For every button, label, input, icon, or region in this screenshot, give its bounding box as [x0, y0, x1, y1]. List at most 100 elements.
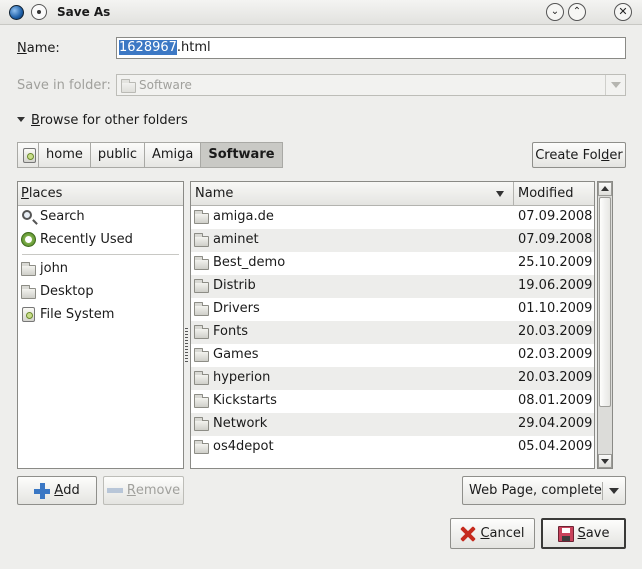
save-button[interactable]: Save: [541, 518, 626, 549]
folder-icon: [194, 325, 209, 339]
file-name-cell: Network: [191, 413, 514, 436]
place-desktop[interactable]: Desktop: [18, 281, 183, 304]
place-john[interactable]: john: [18, 258, 183, 281]
save-icon: [557, 525, 574, 542]
save-in-folder-label: Save in folder:: [17, 78, 111, 93]
place-search[interactable]: Search: [18, 206, 183, 229]
path-root-button[interactable]: [17, 142, 39, 168]
combo-arrow-icon: [605, 75, 625, 95]
folder-icon: [194, 302, 209, 316]
file-name-cell: hyperion: [191, 367, 514, 390]
file-list: Name Modified amiga.de 07.09.2008 aminet 07…: [190, 181, 595, 469]
save-in-folder-value: Software: [139, 78, 192, 92]
pane-splitter-handle[interactable]: [185, 328, 188, 362]
file-name-cell: aminet: [191, 229, 514, 252]
place-file-system[interactable]: File System: [18, 304, 183, 327]
save-in-folder-combo: Software: [116, 74, 626, 96]
column-name-header[interactable]: Name: [191, 182, 514, 205]
browse-expander[interactable]: Browse for other folders: [17, 113, 188, 128]
file-name-cell: os4depot: [191, 436, 514, 459]
file-modified-cell: 20.03.2009: [518, 370, 593, 385]
maximize-button[interactable]: ⌃: [568, 3, 586, 21]
folder-icon: [21, 285, 36, 299]
minimize-button[interactable]: ⌄: [546, 3, 564, 21]
name-label: Name:: [17, 41, 60, 56]
folder-icon: [194, 233, 209, 247]
remove-bookmark-button[interactable]: Remove: [103, 476, 184, 505]
file-modified-cell: 01.10.2009: [518, 301, 593, 316]
place-recently-used[interactable]: Recently Used: [18, 229, 183, 252]
file-modified-cell: 02.03.2009: [518, 347, 593, 362]
close-button[interactable]: ✕: [614, 3, 632, 21]
scroll-thumb[interactable]: [599, 197, 611, 407]
filename-selection: 1628967: [119, 40, 177, 55]
file-row[interactable]: Network 29.04.2009: [191, 413, 594, 436]
add-icon: [34, 482, 51, 499]
file-modified-cell: 08.01.2009: [518, 393, 593, 408]
create-folder-button[interactable]: Create Fol d er: [532, 142, 626, 168]
cancel-button[interactable]: Cancel: [450, 518, 535, 549]
path-bar: home public Amiga Software: [17, 142, 283, 168]
window-title: Save As: [57, 5, 111, 19]
file-modified-cell: 07.09.2008: [518, 209, 593, 224]
places-pane: Places Search Recently Used john Desktop…: [17, 181, 184, 469]
globe-icon[interactable]: [9, 5, 24, 20]
file-row[interactable]: Games 02.03.2009: [191, 344, 594, 367]
places-header[interactable]: Places: [18, 182, 183, 206]
expander-arrow-icon: [17, 117, 25, 122]
window-menu-icon[interactable]: [31, 4, 47, 20]
file-row[interactable]: hyperion 20.03.2009: [191, 367, 594, 390]
folder-icon: [194, 417, 209, 431]
folder-icon: [194, 371, 209, 385]
filename-extension: .html: [176, 40, 211, 55]
remove-icon: [106, 488, 123, 493]
arrow-up-icon: [601, 186, 609, 191]
file-name-cell: Best_demo: [191, 252, 514, 275]
path-segment-public[interactable]: public: [89, 142, 145, 168]
filename-input[interactable]: 1628967.html: [116, 37, 626, 59]
path-segment-software[interactable]: Software: [200, 142, 283, 168]
arrow-down-icon: [601, 459, 609, 464]
file-row[interactable]: Kickstarts 08.01.2009: [191, 390, 594, 413]
file-name-cell: Distrib: [191, 275, 514, 298]
sort-descending-icon: [496, 191, 504, 197]
drive-icon: [23, 148, 36, 163]
cancel-icon: [460, 526, 476, 542]
folder-icon: [194, 256, 209, 270]
file-modified-cell: 25.10.2009: [518, 255, 593, 270]
add-bookmark-button[interactable]: Add: [17, 476, 97, 505]
file-row[interactable]: Fonts 20.03.2009: [191, 321, 594, 344]
places-separator: [22, 254, 179, 255]
file-name-cell: Fonts: [191, 321, 514, 344]
search-icon: [22, 210, 32, 220]
file-rows: amiga.de 07.09.2008 aminet 07.09.2008 Best_d…: [191, 206, 594, 459]
column-modified-header[interactable]: Modified: [514, 182, 594, 205]
folder-icon: [194, 348, 209, 362]
file-row[interactable]: Best_demo 25.10.2009: [191, 252, 594, 275]
scroll-down-button[interactable]: [598, 454, 612, 468]
file-row[interactable]: Drivers 01.10.2009: [191, 298, 594, 321]
file-row[interactable]: amiga.de 07.09.2008: [191, 206, 594, 229]
file-modified-cell: 05.04.2009: [518, 439, 593, 454]
folder-icon: [194, 440, 209, 454]
folder-icon: [194, 210, 209, 224]
path-segment-home[interactable]: home: [38, 142, 91, 168]
file-row[interactable]: os4depot 05.04.2009: [191, 436, 594, 459]
file-row[interactable]: Distrib 19.06.2009: [191, 275, 594, 298]
file-modified-cell: 19.06.2009: [518, 278, 593, 293]
file-list-scrollbar[interactable]: [597, 181, 613, 469]
file-row[interactable]: aminet 07.09.2008: [191, 229, 594, 252]
drive-icon: [22, 307, 35, 322]
file-modified-cell: 29.04.2009: [518, 416, 593, 431]
file-modified-cell: 20.03.2009: [518, 324, 593, 339]
folder-icon: [194, 394, 209, 408]
file-name-cell: Games: [191, 344, 514, 367]
file-type-combo[interactable]: Web Page, complete: [462, 476, 626, 505]
file-name-cell: Drivers: [191, 298, 514, 321]
scroll-up-button[interactable]: [598, 182, 612, 196]
recently-used-icon: [21, 232, 36, 247]
folder-icon: [194, 279, 209, 293]
chevron-down-icon: [609, 488, 619, 494]
path-segment-amiga[interactable]: Amiga: [143, 142, 202, 168]
file-list-header: Name Modified: [191, 182, 594, 206]
